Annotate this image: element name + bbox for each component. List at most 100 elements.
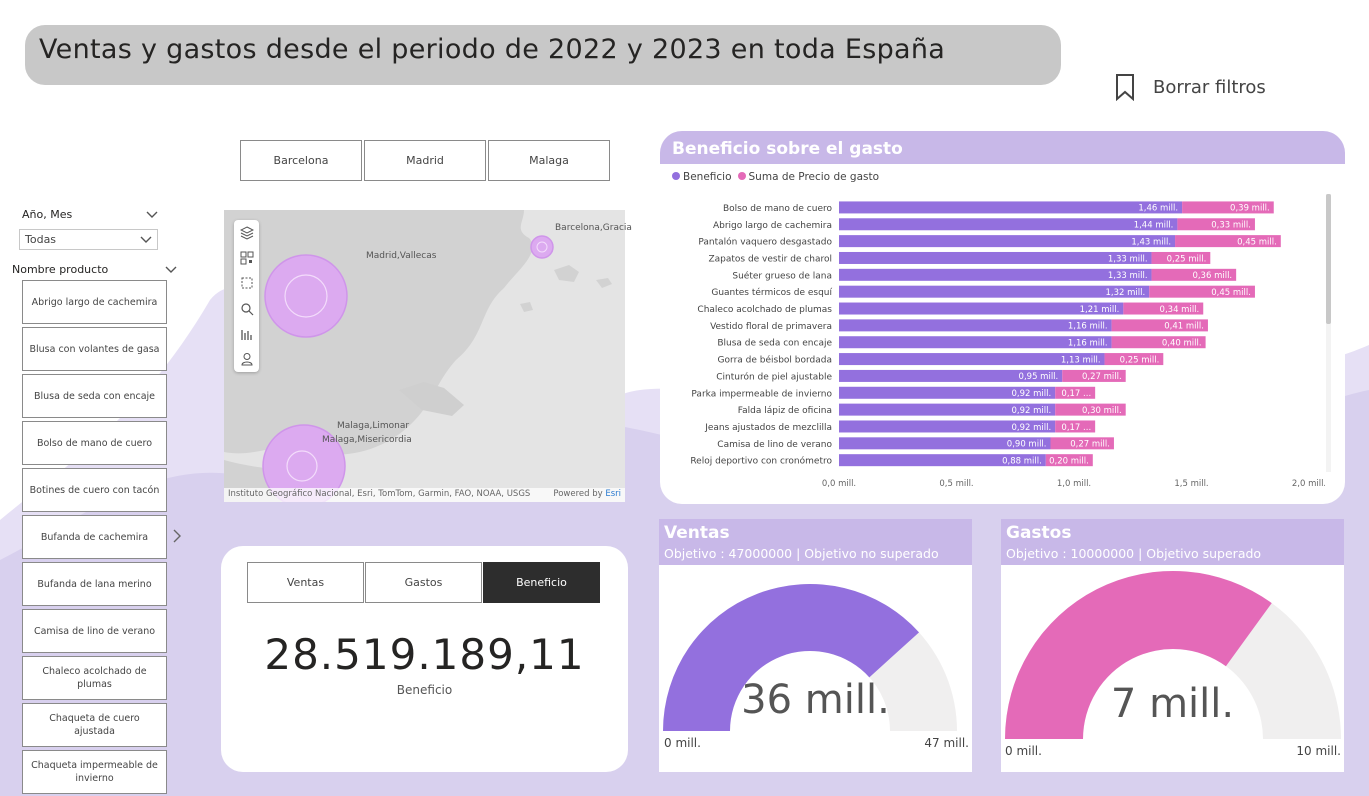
data-label: 1,13 mill. xyxy=(1061,355,1101,365)
data-label: 1,33 mill. xyxy=(1108,271,1148,281)
product-item[interactable]: Bufanda de cachemira xyxy=(22,515,167,559)
product-item[interactable]: Camisa de lino de verano xyxy=(22,609,167,653)
bar-beneficio[interactable] xyxy=(839,201,1183,214)
product-item[interactable]: Bufanda de lana merino xyxy=(22,562,167,606)
tab-ventas[interactable]: Ventas xyxy=(247,562,364,603)
data-label: 1,21 mill. xyxy=(1080,305,1120,315)
x-tick-label: 2,0 mill. xyxy=(1292,479,1325,489)
map-powered-by: Powered by Esri xyxy=(553,489,621,501)
product-slicer-header[interactable]: Nombre producto xyxy=(12,263,177,276)
clear-filters-button[interactable]: Borrar filtros xyxy=(1113,72,1283,102)
category-label: Reloj deportivo con cronómetro xyxy=(690,456,832,467)
city-option-malaga[interactable]: Malaga xyxy=(488,140,610,181)
data-label: 0,45 mill. xyxy=(1211,288,1251,298)
data-label: 1,32 mill. xyxy=(1105,288,1145,298)
category-label: Cinturón de piel ajustable xyxy=(716,371,832,382)
page-title: Ventas y gastos desde el periodo de 2022… xyxy=(39,34,946,65)
x-tick-label: 0,0 mill. xyxy=(822,479,856,489)
gauge-header: Ventas Objetivo : 47000000 | Objetivo no… xyxy=(659,519,972,565)
date-slicer-header[interactable]: Año, Mes xyxy=(22,208,158,221)
bar-chart-title: Beneficio sobre el gasto xyxy=(672,139,903,159)
data-label: 0,36 mill. xyxy=(1192,271,1232,281)
category-label: Chaleco acolchado de plumas xyxy=(697,305,832,315)
layers-icon[interactable] xyxy=(234,220,259,245)
person-icon[interactable] xyxy=(234,346,259,371)
tab-gastos[interactable]: Gastos xyxy=(365,562,482,603)
legend-item[interactable]: Beneficio xyxy=(672,171,732,183)
data-label: 0,95 mill. xyxy=(1019,372,1059,382)
product-item[interactable]: Chaleco acolchado de plumas xyxy=(22,656,167,700)
date-dropdown[interactable]: Todas xyxy=(19,229,158,250)
map-bubble[interactable] xyxy=(264,254,348,338)
product-item[interactable]: Chaqueta impermeable de invierno xyxy=(22,750,167,794)
data-label: 0,34 mill. xyxy=(1160,305,1200,315)
kpi-label: Beneficio xyxy=(396,683,453,697)
data-label: 0,27 mill. xyxy=(1070,440,1110,450)
map-toolbar xyxy=(234,220,259,372)
bar-beneficio[interactable] xyxy=(839,251,1152,264)
map-attribution-text: Instituto Geográfico Nacional, Esri, Tom… xyxy=(228,489,531,499)
map-label: Malaga,Misericordia xyxy=(322,435,412,445)
kpi-value: 28.519.189,11 xyxy=(264,630,585,679)
category-label: Jeans ajustados de mezclilla xyxy=(704,423,832,433)
data-label: 0,92 mill. xyxy=(1011,389,1051,399)
data-label: 1,16 mill. xyxy=(1068,322,1108,332)
category-label: Suéter grueso de lana xyxy=(732,270,832,281)
qr-icon[interactable] xyxy=(234,245,259,270)
category-label: Blusa de seda con encaje xyxy=(717,339,832,349)
map-label: Barcelona,Gracia xyxy=(555,223,632,233)
bookmark-icon xyxy=(1116,74,1134,101)
data-label: 1,43 mill. xyxy=(1131,237,1171,247)
bar-chart-card: Beneficio sobre el gasto Beneficio Suma … xyxy=(660,131,1345,504)
product-list: Abrigo largo de cachemira Blusa con vola… xyxy=(22,280,167,796)
data-label: 1,16 mill. xyxy=(1068,339,1108,349)
date-slicer-title: Año, Mes xyxy=(22,208,73,221)
bar-beneficio[interactable] xyxy=(839,218,1178,231)
category-label: Vestido floral de primavera xyxy=(710,322,832,332)
chevron-down-icon xyxy=(146,211,158,218)
product-item[interactable]: Blusa con volantes de gasa xyxy=(22,327,167,371)
select-rect-icon[interactable] xyxy=(234,271,259,296)
gauge-title: Ventas xyxy=(664,523,730,543)
category-label: Bolso de mano de cuero xyxy=(723,204,833,214)
report-canvas: Ventas y gastos desde el periodo de 2022… xyxy=(0,0,1369,796)
category-label: Pantalón vaquero desgastado xyxy=(698,237,832,248)
gauge-header: Gastos Objetivo : 10000000 | Objetivo su… xyxy=(1001,519,1344,565)
data-label: 0,25 mill. xyxy=(1167,254,1207,264)
product-item[interactable]: Bolso de mano de cuero xyxy=(22,421,167,465)
bar-chart-plot[interactable]: Bolso de mano de cuero 1,46 mill. 0,39 mil… xyxy=(660,189,1325,494)
x-tick-label: 1,0 mill. xyxy=(1057,479,1091,489)
product-item[interactable]: Abrigo largo de cachemira xyxy=(22,280,167,324)
city-option-barcelona[interactable]: Barcelona xyxy=(240,140,362,181)
legend-label: Suma de Precio de gasto xyxy=(748,171,880,183)
legend-item[interactable]: Suma de Precio de gasto xyxy=(737,171,880,183)
data-label: 0,92 mill. xyxy=(1011,406,1051,416)
kpi-card: Ventas Gastos Beneficio 28.519.189,11 Be… xyxy=(221,546,628,772)
scrollbar-thumb[interactable] xyxy=(1326,194,1331,324)
bar-beneficio[interactable] xyxy=(839,285,1150,298)
data-label: 0,41 mill. xyxy=(1164,322,1204,332)
product-item[interactable]: Chaqueta de cuero ajustada xyxy=(22,703,167,747)
category-label: Parka impermeable de invierno xyxy=(691,389,832,399)
metric-slicer: Ventas Gastos Beneficio xyxy=(247,562,600,603)
map-label: Malaga,Limonar xyxy=(337,421,410,431)
gauge-value: 7 mill. xyxy=(1110,681,1235,727)
esri-link[interactable]: Esri xyxy=(605,489,621,499)
chevron-down-icon xyxy=(165,266,177,273)
city-option-madrid[interactable]: Madrid xyxy=(364,140,486,181)
bars-icon[interactable] xyxy=(234,321,259,346)
bar-beneficio[interactable] xyxy=(839,268,1152,281)
data-label: 0,88 mill. xyxy=(1002,456,1042,466)
map-bubble[interactable] xyxy=(530,235,554,259)
search-icon[interactable] xyxy=(234,296,259,321)
tab-beneficio[interactable]: Beneficio xyxy=(483,562,600,603)
gauge-value: 36 mill. xyxy=(741,677,890,723)
product-item[interactable]: Blusa de seda con encaje xyxy=(22,374,167,418)
data-label: 0,30 mill. xyxy=(1082,406,1122,416)
gauge-chart[interactable] xyxy=(1001,565,1344,772)
product-item[interactable]: Botines de cuero con tacón xyxy=(22,468,167,512)
chevron-right-icon[interactable] xyxy=(172,528,182,544)
map-label: Madrid,Vallecas xyxy=(366,251,437,261)
category-label: Camisa de lino de verano xyxy=(717,440,832,450)
bar-beneficio[interactable] xyxy=(839,235,1176,248)
